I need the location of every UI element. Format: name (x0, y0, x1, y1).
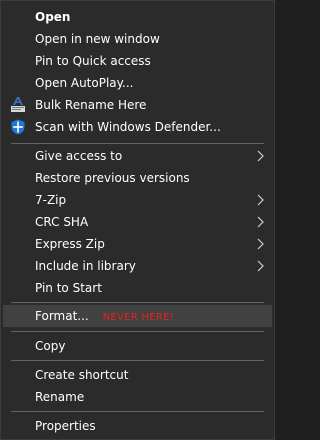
annotation-text: NEVER HERE! (102, 312, 175, 323)
menu-item-label: Pin to Start (35, 281, 102, 295)
chevron-right-icon (257, 238, 264, 250)
menu-item-include-in-library[interactable]: Include in library (3, 255, 272, 277)
bulk-rename-icon (11, 97, 25, 112)
menu-item-label: Restore previous versions (35, 171, 190, 185)
menu-item-label: Include in library (35, 259, 136, 273)
chevron-right-icon (257, 260, 264, 272)
menu-item-create-shortcut[interactable]: Create shortcut (3, 364, 272, 386)
menu-item-properties[interactable]: Properties (3, 415, 272, 437)
windows-defender-shield-icon (11, 119, 25, 135)
menu-item-label: Rename (35, 390, 85, 404)
chevron-right-icon (257, 194, 264, 206)
menu-item-format[interactable]: Format... NEVER HERE! (3, 305, 272, 327)
menu-item-label: Create shortcut (35, 368, 129, 382)
menu-item-scan-with-windows-defender[interactable]: Scan with Windows Defender... (3, 116, 272, 138)
menu-item-open-in-new-window[interactable]: Open in new window (3, 28, 272, 50)
menu-separator (11, 331, 264, 332)
menu-item-pin-to-quick-access[interactable]: Pin to Quick access (3, 50, 272, 72)
menu-item-label: Bulk Rename Here (35, 98, 147, 112)
menu-item-label: Scan with Windows Defender... (35, 120, 221, 134)
menu-item-label: Pin to Quick access (35, 54, 151, 68)
menu-item-give-access-to[interactable]: Give access to (3, 145, 272, 167)
menu-item-crc-sha[interactable]: CRC SHA (3, 211, 272, 233)
menu-separator (11, 143, 264, 144)
menu-item-bulk-rename-here[interactable]: Bulk Rename Here (3, 94, 272, 116)
menu-item-label: Give access to (35, 149, 123, 163)
menu-item-label: 7-Zip (35, 193, 67, 207)
menu-item-label: Copy (35, 339, 66, 353)
menu-item-copy[interactable]: Copy (3, 335, 272, 357)
menu-item-rename[interactable]: Rename (3, 386, 272, 408)
menu-item-open[interactable]: Open (3, 6, 272, 28)
menu-item-label: Express Zip (35, 237, 105, 251)
menu-item-express-zip[interactable]: Express Zip (3, 233, 272, 255)
menu-item-label: Open in new window (35, 32, 160, 46)
menu-item-label: Open AutoPlay... (35, 76, 134, 90)
menu-item-label: CRC SHA (35, 215, 89, 229)
chevron-right-icon (257, 216, 264, 228)
menu-item-7-zip[interactable]: 7-Zip (3, 189, 272, 211)
menu-item-label: Open (35, 10, 71, 24)
menu-item-label: Format... (35, 309, 89, 323)
menu-item-label: Properties (35, 419, 96, 433)
menu-item-pin-to-start[interactable]: Pin to Start (3, 277, 272, 299)
context-menu: Open Open in new window Pin to Quick acc… (0, 0, 275, 440)
chevron-right-icon (257, 150, 264, 162)
menu-separator (11, 302, 264, 303)
menu-item-open-autoplay[interactable]: Open AutoPlay... (3, 72, 272, 94)
menu-separator (11, 411, 264, 412)
menu-item-restore-previous-versions[interactable]: Restore previous versions (3, 167, 272, 189)
menu-separator (11, 360, 264, 361)
